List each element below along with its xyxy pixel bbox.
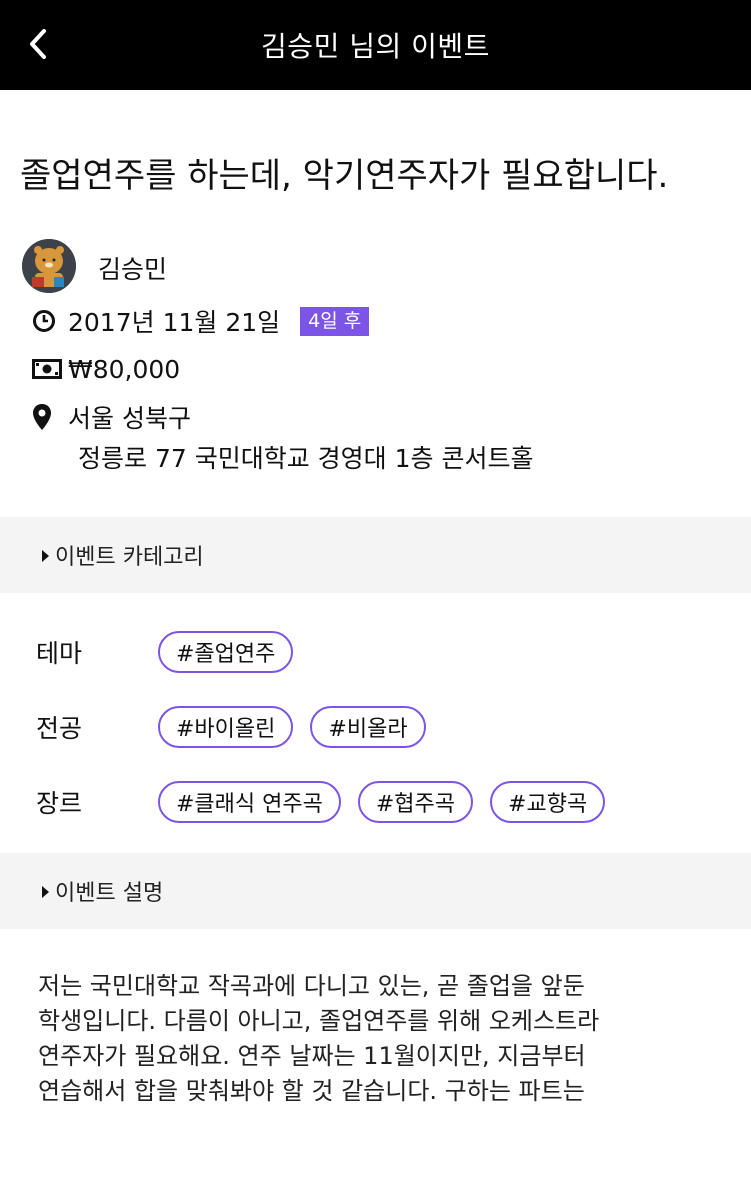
category-row-genre: 장르 #클래식 연주곡 #협주곡 #교향곡	[36, 781, 751, 823]
category-label: 전공	[36, 714, 83, 743]
caret-right-icon	[42, 886, 49, 898]
caret-right-icon	[42, 550, 49, 562]
event-price: ₩80,000	[68, 354, 181, 384]
category-section-header[interactable]: 이벤트 카테고리	[0, 517, 751, 593]
tag-chip[interactable]: #바이올린	[158, 706, 294, 748]
description-line: 학생입니다. 다름이 아니고, 졸업연주를 위해 오케스트라	[38, 1007, 600, 1035]
page-title: 김승민 님의 이벤트	[261, 30, 490, 63]
location-row: 서울 성북구	[22, 393, 729, 441]
event-date: 2017년 11월 21일	[68, 308, 281, 337]
back-button[interactable]	[18, 24, 58, 64]
category-label: 테마	[36, 639, 83, 668]
tag-chip[interactable]: #협주곡	[357, 781, 474, 823]
category-row-theme: 테마 #졸업연주	[36, 631, 751, 673]
description-line: 저는 국민대학교 작곡과에 다니고 있는, 곧 졸업을 앞둔	[38, 972, 585, 1000]
top-bar: 김승민 님의 이벤트	[0, 0, 751, 90]
tag-chip[interactable]: #졸업연주	[158, 631, 294, 673]
host-row: 김승민	[22, 238, 729, 294]
host-name: 김승민	[98, 255, 168, 284]
tag-chip[interactable]: #교향곡	[490, 781, 606, 823]
category-section-title: 이벤트 카테고리	[55, 545, 204, 570]
event-address: 정릉로 77 국민대학교 경영대 1층 콘서트홀	[78, 444, 534, 473]
category-row-major: 전공 #바이올린 #비올라	[36, 706, 751, 748]
date-row: 2017년 11월 21일 4일 후	[22, 297, 729, 345]
avatar[interactable]	[22, 239, 76, 293]
description-section-header[interactable]: 이벤트 설명	[0, 853, 751, 929]
description-section-title: 이벤트 설명	[55, 881, 164, 906]
chevron-left-icon	[30, 29, 46, 59]
price-row: ₩80,000	[22, 345, 729, 393]
date-badge: 4일 후	[300, 306, 370, 336]
description-line: 연습해서 합을 맞춰봐야 할 것 같습니다. 구하는 파트는	[38, 1077, 585, 1105]
event-location: 서울 성북구	[68, 404, 191, 433]
event-description: 저는 국민대학교 작곡과에 다니고 있는, 곧 졸업을 앞둔 학생입니다. 다름…	[0, 929, 751, 1109]
category-list: 테마 #졸업연주 전공 #바이올린 #비올라 장르 #클래식 연주곡 #협주곡 …	[0, 593, 751, 853]
tag-chip[interactable]: #클래식 연주곡	[158, 781, 341, 823]
money-bill-icon	[22, 359, 68, 379]
map-marker-icon	[22, 403, 68, 431]
category-label: 장르	[36, 789, 83, 818]
tag-chip[interactable]: #비올라	[310, 706, 426, 748]
clock-icon	[22, 309, 68, 333]
avatar-illustration	[22, 239, 76, 293]
description-line: 연주자가 필요해요. 연주 날짜는 11월이지만, 지금부터	[38, 1042, 586, 1070]
event-title: 졸업연주를 하는데, 악기연주자가 필요합니다.	[20, 156, 669, 196]
event-info: 김승민 2017년 11월 21일 4일 후 ₩80,000 서울 성북구 정릉…	[0, 238, 751, 479]
